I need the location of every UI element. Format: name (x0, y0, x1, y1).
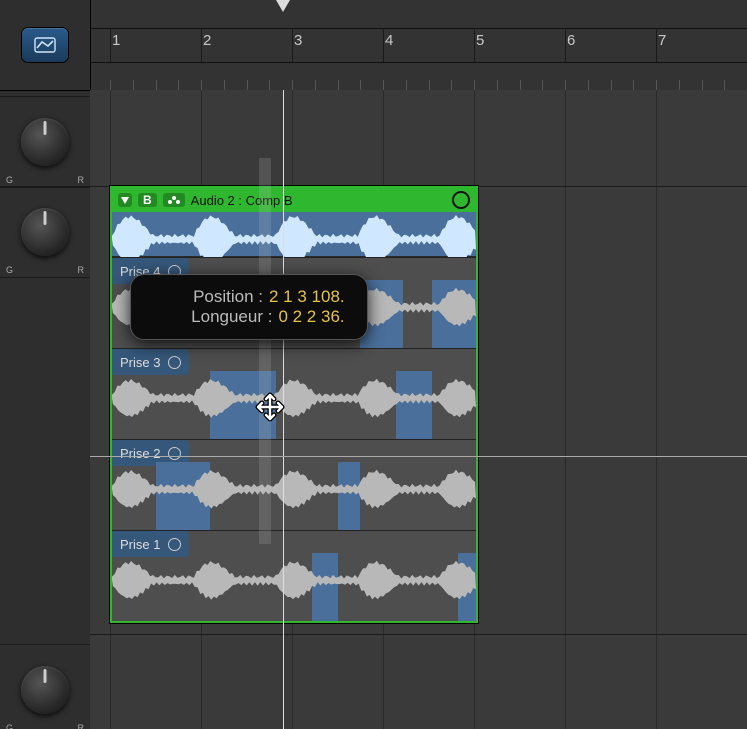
playhead-marker[interactable] (276, 0, 290, 12)
track-header-column: GR GR GR (0, 0, 91, 729)
drag-tooltip: Position : 2 1 3 108. Longueur : 0 2 2 36. (130, 274, 368, 340)
crosshair-h (90, 456, 747, 457)
flex-icon[interactable] (163, 193, 185, 207)
take-label-text: Prise 2 (120, 446, 160, 461)
loop-icon[interactable] (168, 447, 181, 460)
knob-right-label: R (78, 175, 85, 185)
track-pan-knob[interactable]: GR (0, 96, 90, 188)
bar-number: 5 (476, 32, 484, 49)
comp-lane[interactable] (112, 212, 476, 257)
bar-number: 3 (294, 32, 302, 49)
quick-swipe-badge[interactable]: B (138, 193, 157, 207)
bar-number: 1 (112, 32, 120, 49)
tooltip-len-label: Longueur : (162, 307, 272, 327)
workspace: 1234567 GR GR GR (0, 0, 747, 729)
arrange-grid[interactable]: B Audio 2 : Comp B Prise 4Prise 3Prise 2… (90, 90, 747, 729)
bar-number: 6 (567, 32, 575, 49)
loop-icon[interactable] (452, 191, 470, 209)
take-lane[interactable]: Prise 2 (112, 439, 476, 530)
take-lane[interactable]: Prise 3 (112, 348, 476, 439)
loop-icon[interactable] (168, 538, 181, 551)
take-label-text: Prise 3 (120, 355, 160, 370)
disclosure-triangle-icon[interactable] (118, 193, 132, 207)
region-automation-button[interactable] (22, 28, 68, 62)
toolbar (0, 0, 90, 91)
tooltip-len-value: 0 2 2 36. (278, 307, 344, 327)
take-lane[interactable]: Prise 1 (112, 530, 476, 621)
knob-left-label: G (6, 175, 13, 185)
take-folder-region[interactable]: B Audio 2 : Comp B Prise 4Prise 3Prise 2… (110, 186, 478, 623)
take-label-text: Prise 1 (120, 537, 160, 552)
region-header[interactable]: B Audio 2 : Comp B (112, 188, 476, 212)
bar-number: 2 (203, 32, 211, 49)
bar-number: 7 (658, 32, 666, 49)
tooltip-pos-value: 2 1 3 108. (269, 287, 345, 307)
track-pan-knob[interactable]: GR (0, 186, 90, 278)
region-title: Audio 2 : Comp B (191, 193, 446, 208)
loop-icon[interactable] (168, 356, 181, 369)
timeline-ruler[interactable]: 1 2 3 4 5 6 7 (90, 0, 747, 90)
bar-number: 4 (385, 32, 393, 49)
tooltip-pos-label: Position : (153, 287, 263, 307)
track-pan-knob[interactable]: GR (0, 644, 90, 729)
